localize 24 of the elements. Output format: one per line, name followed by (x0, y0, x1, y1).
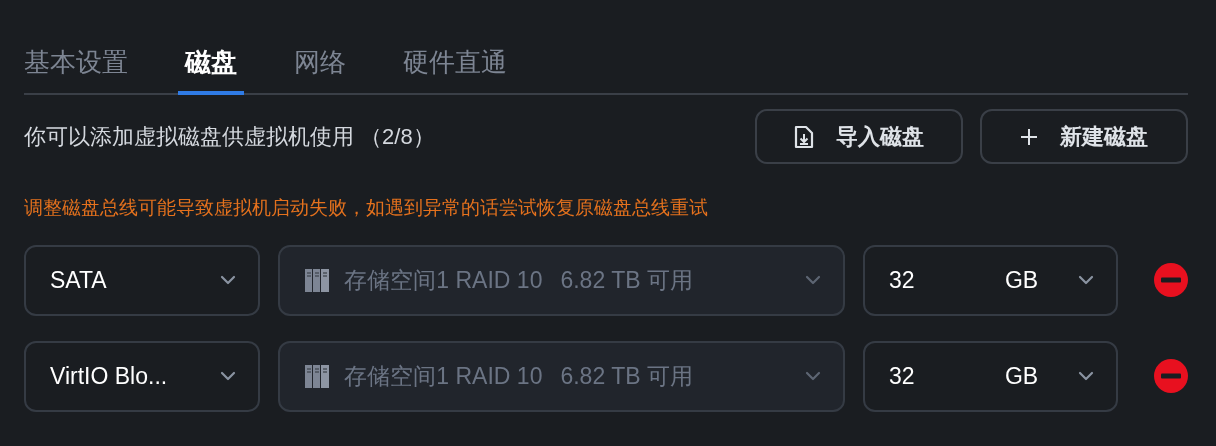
size-field[interactable]: 32 GB (862, 340, 1118, 412)
tab[interactable]: 网络 (287, 48, 353, 95)
intro-text: 你可以添加虚拟磁盘供虚拟机使用 （2/8） (24, 123, 435, 151)
import-button[interactable]: 导入磁盘 (755, 109, 963, 164)
storage-select: 存储空间1 RAID 10 6.82 TB 可用 (278, 244, 845, 316)
tab[interactable]: 磁盘 (178, 48, 244, 95)
plus-icon (1020, 127, 1038, 146)
warning-text: 调整磁盘总线可能导致虚拟机启动失败，如遇到异常的话尝试恢复原磁盘总线重试 (24, 196, 709, 220)
size-field[interactable]: 32 GB (862, 244, 1118, 316)
chevron-down-icon (1078, 371, 1094, 381)
chevron-down-icon (220, 371, 237, 381)
tab[interactable]: 硬件直通 (396, 48, 514, 95)
remove-button[interactable] (1154, 359, 1188, 393)
file-import-icon (794, 124, 814, 149)
remove-button[interactable] (1154, 263, 1188, 297)
add-button[interactable]: 新建磁盘 (980, 109, 1188, 164)
tab[interactable]: 基本设置 (17, 48, 135, 95)
chevron-down-icon (1078, 275, 1094, 285)
bus-select[interactable]: SATA (24, 244, 261, 316)
storage-select: 存储空间1 RAID 10 6.82 TB 可用 (278, 340, 845, 412)
chevron-down-icon (804, 275, 821, 285)
bus-select[interactable]: VirtIO Blo... (24, 340, 261, 412)
chevron-down-icon (804, 371, 821, 381)
chevron-down-icon (220, 275, 237, 285)
